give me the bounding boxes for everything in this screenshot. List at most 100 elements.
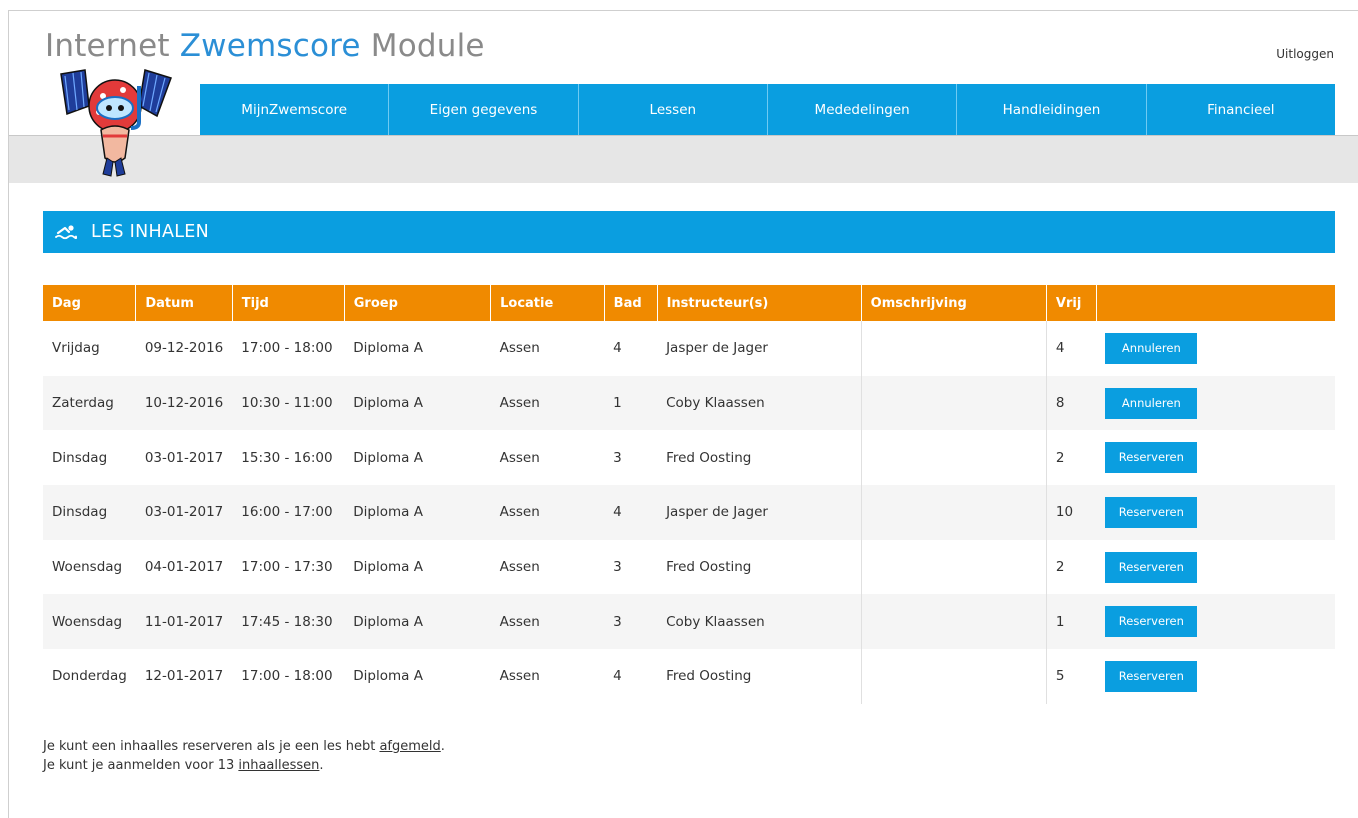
column-header-groep[interactable]: Groep [343, 285, 491, 321]
site-title-part2: Module [360, 28, 485, 64]
cell-locatie: Assen [490, 594, 605, 650]
table-row: Zaterdag 10-12-2016 10:30 - 11:00 Diplom… [43, 375, 1335, 431]
cell-dag: Dinsdag [52, 449, 108, 466]
column-header-dag[interactable]: Dag [43, 285, 136, 321]
column-header-vrij[interactable]: Vrij [1045, 285, 1097, 321]
cell-tijd: 17:45 - 18:30 [232, 594, 345, 650]
note-text: Je kunt je aanmelden voor 13 [43, 758, 239, 773]
column-header-instructeurs[interactable]: Instructeur(s) [656, 285, 862, 321]
cell-dag: Zaterdag [43, 375, 136, 431]
cell-instructeur: Coby Klaassen [657, 375, 862, 431]
nav-item-mijnzwemscore[interactable]: MijnZwemscore [200, 84, 388, 136]
lessons-table: Dag Datum Tijd Groep Locatie Bad Instruc… [43, 285, 1335, 704]
cell-instructeur: Fred Oosting [666, 449, 752, 466]
note-punct: . [440, 739, 445, 754]
reserveren-button[interactable]: Reserveren [1105, 551, 1198, 583]
nav-item-eigen-gegevens[interactable]: Eigen gegevens [388, 84, 577, 136]
cell-vrij: 1 [1046, 594, 1097, 650]
note-text: Je kunt een inhaalles reserveren als je … [43, 739, 380, 754]
cell-action: Reserveren [1096, 430, 1335, 485]
cell-omschrijving [860, 594, 1047, 650]
cell-action: Reserveren [1096, 649, 1335, 704]
note-line-2: Je kunt je aanmelden voor 13 inhaallesse… [43, 756, 445, 775]
reserveren-button[interactable]: Reserveren [1105, 660, 1198, 692]
cell-tijd: 17:00 - 18:00 [241, 340, 333, 357]
reserveren-button[interactable]: Reserveren [1105, 442, 1198, 474]
nav-item-lessen[interactable]: Lessen [577, 84, 767, 136]
cell-dag: Woensdag [43, 594, 136, 650]
reserveren-button[interactable]: Reserveren [1105, 606, 1198, 638]
cell-tijd: 17:00 - 17:30 [241, 559, 333, 576]
note-line-1: Je kunt een inhaalles reserveren als je … [43, 737, 445, 756]
cell-omschrijving [860, 375, 1047, 431]
cell-locatie: Assen [499, 340, 540, 357]
cell-datum: 03-01-2017 [135, 485, 233, 540]
cell-groep: Diploma A [344, 375, 491, 431]
column-header-tijd[interactable]: Tijd [231, 285, 345, 321]
nav-item-financieel[interactable]: Financieel [1145, 84, 1335, 136]
nav-item-mededelingen[interactable]: Mededelingen [766, 84, 956, 136]
cell-groep: Diploma A [353, 559, 423, 576]
section-header: LES INHALEN [43, 211, 1335, 253]
cell-datum: 12-01-2017 [144, 668, 224, 685]
table-row: Woensdag 11-01-2017 17:45 - 18:30 Diplom… [43, 594, 1335, 650]
cell-bad: 4 [604, 485, 658, 540]
reserveren-button[interactable]: Reserveren [1105, 496, 1198, 528]
table-row: Donderdag 12-01-2017 17:00 - 18:00 Diplo… [43, 649, 1335, 704]
cell-bad: 3 [604, 594, 658, 650]
inhaallessen-link[interactable]: inhaallessen [238, 758, 319, 773]
cell-bad: 4 [613, 668, 622, 685]
cell-vrij: 2 [1055, 449, 1065, 466]
afgemeld-link[interactable]: afgemeld [379, 739, 440, 754]
cell-tijd: 10:30 - 11:00 [232, 375, 345, 431]
cell-datum: 09-12-2016 [144, 340, 224, 357]
cell-datum: 10-12-2016 [135, 375, 233, 431]
main-nav: MijnZwemscore Eigen gegevens Lessen Mede… [200, 84, 1335, 136]
cell-datum: 04-01-2017 [144, 559, 224, 576]
cell-omschrijving [860, 430, 1047, 486]
cell-groep: Diploma A [344, 485, 491, 540]
cell-dag: Woensdag [52, 559, 123, 576]
column-header-bad[interactable]: Bad [603, 285, 658, 321]
column-header-datum[interactable]: Datum [135, 285, 233, 321]
mascot-logo [60, 69, 172, 177]
cell-bad: 3 [613, 449, 622, 466]
cell-instructeur: Fred Oosting [666, 668, 752, 685]
table-row: Dinsdag 03-01-2017 16:00 - 17:00 Diploma… [43, 485, 1335, 540]
cell-locatie: Assen [499, 559, 540, 576]
cell-groep: Diploma A [344, 594, 491, 650]
cell-action: Reserveren [1096, 540, 1335, 595]
site-title: Internet Zwemscore Module [45, 28, 485, 64]
cell-instructeur: Jasper de Jager [657, 485, 862, 540]
table-row: Woensdag 04-01-2017 17:00 - 17:30 Diplom… [43, 539, 1335, 595]
cell-omschrijving [860, 321, 1047, 376]
annuleren-button[interactable]: Annuleren [1105, 387, 1198, 419]
sub-header-band [9, 136, 1358, 183]
column-header-locatie[interactable]: Locatie [490, 285, 605, 321]
note-punct: . [319, 758, 324, 773]
cell-locatie: Assen [499, 668, 540, 685]
cell-dag: Dinsdag [43, 485, 136, 540]
logout-link[interactable]: Uitloggen [1276, 47, 1334, 61]
cell-action: Annuleren [1096, 321, 1335, 376]
cell-omschrijving [860, 539, 1047, 595]
cell-bad: 4 [613, 340, 622, 357]
cell-omschrijving [860, 485, 1047, 540]
cell-groep: Diploma A [353, 340, 423, 357]
annuleren-button[interactable]: Annuleren [1105, 332, 1198, 364]
cell-locatie: Assen [490, 375, 605, 431]
cell-vrij: 5 [1055, 668, 1065, 685]
site-title-part1: Internet [45, 28, 180, 64]
cell-groep: Diploma A [353, 668, 423, 685]
cell-tijd: 17:00 - 18:00 [241, 668, 333, 685]
cell-groep: Diploma A [353, 449, 423, 466]
cell-action: Reserveren [1096, 485, 1335, 540]
nav-item-handleidingen[interactable]: Handleidingen [956, 84, 1145, 136]
info-notes: Je kunt een inhaalles reserveren als je … [43, 737, 445, 775]
site-title-accent: Zwemscore [179, 28, 361, 64]
column-header-omschrijving[interactable]: Omschrijving [860, 285, 1047, 321]
cell-omschrijving [860, 649, 1047, 704]
cell-instructeur: Fred Oosting [666, 559, 752, 576]
cell-locatie: Assen [490, 485, 605, 540]
cell-datum: 11-01-2017 [135, 594, 233, 650]
